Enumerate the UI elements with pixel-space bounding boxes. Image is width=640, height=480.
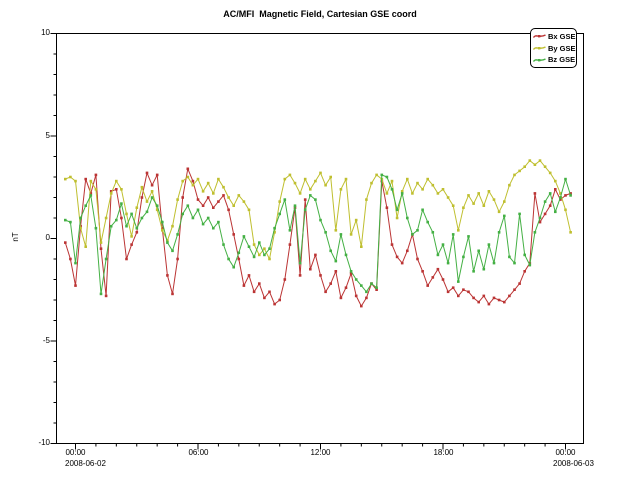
- by-line-icon: [533, 44, 546, 52]
- bx-line-icon: [533, 32, 546, 40]
- y-tick-label: -5: [10, 336, 50, 345]
- plot-area: [0, 0, 640, 480]
- y-tick-label: -10: [10, 438, 50, 447]
- x-tick-label: 06:00: [178, 448, 219, 457]
- x-tick-label: 00:00: [545, 448, 586, 457]
- y-tick-label: 5: [10, 131, 50, 140]
- x-axis-end-date: 2008-06-03: [553, 459, 594, 468]
- y-tick-label: 10: [10, 28, 50, 37]
- legend-entry-by: By GSE: [533, 43, 574, 54]
- chart: AC/MFI Magnetic Field, Cartesian GSE coo…: [0, 0, 640, 480]
- legend-entry-bx: Bx GSE: [533, 31, 574, 42]
- x-tick-label: 12:00: [300, 448, 341, 457]
- legend-label-bz: Bz GSE: [548, 55, 575, 64]
- x-tick-label: 18:00: [423, 448, 464, 457]
- x-axis-start-date: 2008-06-02: [65, 459, 106, 468]
- legend: Bx GSE By GSE Bz GSE: [530, 28, 577, 68]
- legend-entry-bz: Bz GSE: [533, 54, 574, 65]
- legend-label-by: By GSE: [548, 44, 576, 53]
- x-tick-label: 00:00: [55, 448, 96, 457]
- legend-label-bx: Bx GSE: [548, 32, 576, 41]
- bz-line-icon: [533, 56, 546, 64]
- y-tick-label: 0: [10, 233, 50, 242]
- chart-title: AC/MFI Magnetic Field, Cartesian GSE coo…: [0, 9, 640, 19]
